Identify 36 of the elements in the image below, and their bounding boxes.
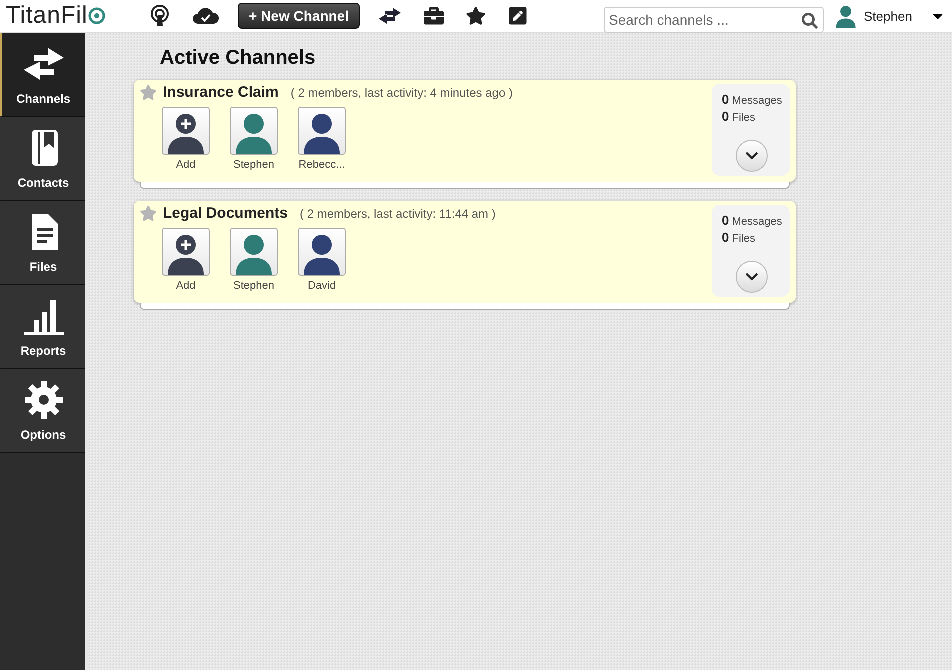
expand-button[interactable] <box>736 140 768 172</box>
member-name: Rebecc... <box>298 159 346 171</box>
member-avatar[interactable] <box>230 228 278 276</box>
channel-info: ( 2 members, last activity: 4 minutes ago ) <box>290 86 513 100</box>
user-avatar-icon <box>834 4 858 28</box>
channel-name[interactable]: Legal Documents <box>163 205 288 222</box>
sidebar-item[interactable]: Reports <box>0 285 85 369</box>
channel-name[interactable]: Insurance Claim <box>163 84 279 101</box>
search-field[interactable]: Search channels ... <box>604 7 824 33</box>
member-name: Add <box>176 159 196 171</box>
messages-count: 0 Messages <box>722 92 784 107</box>
star-icon[interactable] <box>140 84 157 101</box>
new-channel-button[interactable]: + New Channel <box>238 3 360 29</box>
sidebar-item[interactable]: Options <box>0 369 85 453</box>
star-icon[interactable] <box>140 205 157 222</box>
expand-button[interactable] <box>736 261 768 293</box>
member-name: David <box>308 280 336 292</box>
member-name: Stephen <box>234 159 274 171</box>
sidebar-item[interactable]: Files <box>0 201 85 285</box>
files-count: 0 Files <box>722 109 756 124</box>
sidebar-item[interactable]: Contacts <box>0 117 85 201</box>
page-title: Active Channels <box>160 47 317 70</box>
logo-text: TitanFil <box>6 2 88 30</box>
member-name: Stephen <box>234 280 274 292</box>
member-name: Add <box>176 280 196 292</box>
add-member-button[interactable] <box>162 107 210 155</box>
user-name[interactable]: Stephen <box>864 8 912 24</box>
files-count: 0 Files <box>722 230 756 245</box>
search-icon[interactable] <box>802 13 818 29</box>
channel-info: ( 2 members, last activity: 11:44 am ) <box>300 206 496 220</box>
member-avatar[interactable] <box>298 107 346 155</box>
messages-count: 0 Messages <box>722 213 784 228</box>
member-avatar[interactable] <box>230 107 278 155</box>
sidebar-item[interactable]: Channels <box>0 33 85 117</box>
add-member-button[interactable] <box>162 228 210 276</box>
member-avatar[interactable] <box>298 228 346 276</box>
